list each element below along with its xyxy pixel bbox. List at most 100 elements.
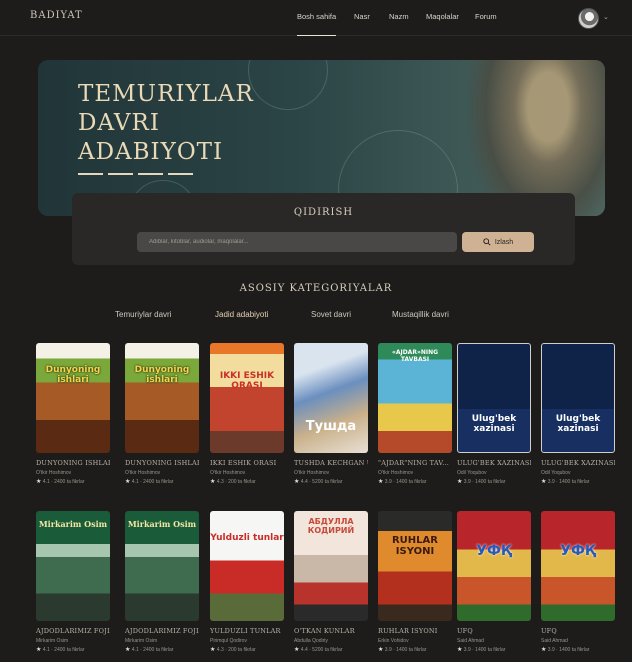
- nav-link-forum[interactable]: Forum: [475, 12, 497, 36]
- book-card[interactable]: Тушда TUSHDA KECHGAN UMRLAR O'tkir Hoshi…: [294, 343, 368, 485]
- carousel-dot[interactable]: [168, 173, 193, 175]
- book-card[interactable]: RUHLAR ISYONI RUHLAR ISYONI Erkin Vohido…: [378, 511, 452, 653]
- book-cover[interactable]: Mirkarim Osim: [125, 511, 199, 621]
- book-card[interactable]: Dunyoning ishlari DUNYONING ISHLARI O'tk…: [125, 343, 199, 485]
- book-card[interactable]: Mirkarim Osim AJDODLARIMIZ FOJIA... Mirk…: [36, 511, 110, 653]
- book-cover-text: Dunyoning ishlari: [45, 365, 101, 385]
- book-cover-text: Mirkarim Osim: [38, 519, 108, 529]
- book-rating: ★ 4.4 · 5200 ta fikrlar: [294, 478, 368, 485]
- book-rating-text: 3.9 · 1400 ta fikrlar: [463, 479, 506, 485]
- book-card[interactable]: АБДУЛЛА КОДИРИЙ O'TKAN KUNLAR Abdulla Qo…: [294, 511, 368, 653]
- star-icon: ★: [294, 479, 300, 485]
- book-cover-text: RUHLAR ISYONI: [391, 535, 438, 557]
- star-icon: ★: [125, 647, 131, 653]
- book-card[interactable]: Ulug'bek xazinasi ULUG'BEK XAZINASI Odil…: [457, 343, 531, 485]
- tab-jadid-adabiyoti[interactable]: Jadid adabiyoti: [215, 310, 268, 319]
- book-card[interactable]: IKKI ESHIK ORASI IKKI ESHIK ORASI O'tkir…: [210, 343, 284, 485]
- book-rating: ★ 4.1 · 2400 ta fikrlar: [125, 478, 199, 485]
- book-cover-text: Ulug'bek xazinasi: [471, 414, 517, 434]
- book-card[interactable]: Dunyoning ishlari DUNYONING ISHLARI O'tk…: [36, 343, 110, 485]
- book-cover[interactable]: Dunyoning ishlari: [125, 343, 199, 453]
- search-input[interactable]: [137, 232, 457, 252]
- book-title[interactable]: "AJDAR"NING TAV...: [378, 459, 452, 467]
- book-title[interactable]: TUSHDA KECHGAN UMRLAR: [294, 459, 368, 467]
- book-cover-text: АБДУЛЛА КОДИРИЙ: [307, 517, 355, 535]
- book-title[interactable]: YULDUZLI TUNLAR: [210, 627, 284, 635]
- book-cover-text: IKKI ESHIK ORASI: [219, 371, 275, 391]
- book-cover[interactable]: Mirkarim Osim: [36, 511, 110, 621]
- nav-link-maqolalar[interactable]: Maqolalar: [426, 12, 459, 36]
- book-author: O'tkir Hoshimov: [210, 470, 246, 476]
- star-icon: ★: [541, 647, 547, 653]
- book-cover[interactable]: Тушда: [294, 343, 368, 453]
- book-rating: ★ 3.9 · 1400 ta fikrlar: [457, 646, 531, 653]
- book-card[interactable]: Ulug'bek xazinasi ULUG'BEK XAZINASI Odil…: [541, 343, 615, 485]
- book-rating: ★ 4.1 · 2400 ta fikrlar: [36, 478, 110, 485]
- book-rating: ★ 4.1 · 2400 ta fikrlar: [36, 646, 110, 653]
- nav-link-nazm[interactable]: Nazm: [389, 12, 409, 36]
- top-nav: BADIYAT Bosh sahifa Nasr Nazm Maqolalar …: [0, 0, 632, 36]
- book-rating-text: 4.1 · 2400 ta fikrlar: [131, 479, 174, 485]
- book-cover[interactable]: Ulug'bek xazinasi: [541, 343, 615, 453]
- book-cover[interactable]: УФҚ: [541, 511, 615, 621]
- nav-link-bosh-sahifa[interactable]: Bosh sahifa: [297, 12, 337, 36]
- book-card[interactable]: УФҚ UFQ Said Ahmad ★ 3.9 · 1400 ta fikrl…: [541, 511, 615, 653]
- book-title[interactable]: O'TKAN KUNLAR: [294, 627, 368, 635]
- book-rating-text: 4.4 · 5200 ta fikrlar: [300, 647, 343, 653]
- star-icon: ★: [125, 479, 131, 485]
- carousel-dot[interactable]: [78, 173, 103, 175]
- book-title[interactable]: IKKI ESHIK ORASI: [210, 459, 284, 467]
- book-rating: ★ 3.9 · 1400 ta fikrlar: [378, 646, 452, 653]
- nav-link-nasr[interactable]: Nasr: [354, 12, 370, 36]
- star-icon: ★: [36, 647, 42, 653]
- star-icon: ★: [36, 479, 42, 485]
- tab-sovet-davri[interactable]: Sovet davri: [311, 310, 351, 319]
- book-cover[interactable]: RUHLAR ISYONI: [378, 511, 452, 621]
- book-title[interactable]: AJDODLARIMIZ FOJIA...: [36, 627, 110, 635]
- book-cover-text: Mirkarim Osim: [127, 519, 197, 529]
- book-title[interactable]: DUNYONING ISHLARI: [125, 459, 199, 467]
- carousel-dot[interactable]: [108, 173, 133, 175]
- book-card[interactable]: УФҚ UFQ Said Ahmad ★ 3.9 · 1400 ta fikrl…: [457, 511, 531, 653]
- hero-title-line: ADABIYOTI: [78, 139, 224, 165]
- book-title[interactable]: AJDODLARIMIZ FOJIA...: [125, 627, 199, 635]
- book-card[interactable]: Yulduzli tunlar YULDUZLI TUNLAR Pirimqul…: [210, 511, 284, 653]
- book-title[interactable]: DUNYONING ISHLARI: [36, 459, 110, 467]
- book-author: O'tkir Hoshimov: [378, 470, 414, 476]
- book-author: O'tkir Hoshimov: [125, 470, 161, 476]
- book-rating-text: 4.3 · 200 ta fikrlar: [216, 647, 256, 653]
- book-card[interactable]: «AJDAR»NING TAVBASI "AJDAR"NING TAV... O…: [378, 343, 452, 485]
- book-cover[interactable]: Dunyoning ishlari: [36, 343, 110, 453]
- search-button-label: Izlash: [494, 238, 514, 246]
- book-cover[interactable]: Ulug'bek xazinasi: [457, 343, 531, 453]
- book-rating-text: 3.9 · 1400 ta fikrlar: [384, 647, 427, 653]
- book-rating: ★ 3.9 · 1400 ta fikrlar: [541, 478, 615, 485]
- book-title[interactable]: UFQ: [457, 627, 531, 635]
- book-title[interactable]: ULUG'BEK XAZINASI: [457, 459, 531, 467]
- book-cover[interactable]: Yulduzli tunlar: [210, 511, 284, 621]
- book-title[interactable]: UFQ: [541, 627, 615, 635]
- tab-temuriylar-davri[interactable]: Temuriylar davri: [115, 310, 171, 319]
- book-card[interactable]: Mirkarim Osim AJDODLARIMIZ FOJIA... Mirk…: [125, 511, 199, 653]
- site-logo[interactable]: BADIYAT: [30, 10, 83, 21]
- star-icon: ★: [210, 479, 216, 485]
- star-icon: ★: [378, 479, 384, 485]
- book-title[interactable]: ULUG'BEK XAZINASI: [541, 459, 615, 467]
- book-cover[interactable]: АБДУЛЛА КОДИРИЙ: [294, 511, 368, 621]
- book-cover[interactable]: IKKI ESHIK ORASI: [210, 343, 284, 453]
- chevron-down-icon[interactable]: ⌄: [603, 13, 609, 21]
- book-author: Said Ahmad: [457, 638, 484, 644]
- carousel-dot[interactable]: [138, 173, 163, 175]
- book-rating: ★ 4.1 · 2400 ta fikrlar: [125, 646, 199, 653]
- user-avatar[interactable]: [578, 8, 599, 29]
- search-panel: QIDIRISH Izlash: [72, 193, 575, 265]
- book-cover[interactable]: «AJDAR»NING TAVBASI: [378, 343, 452, 453]
- search-button[interactable]: Izlash: [462, 232, 534, 252]
- tab-mustaqillik-davri[interactable]: Mustaqillik davri: [392, 310, 449, 319]
- book-title[interactable]: RUHLAR ISYONI: [378, 627, 452, 635]
- book-cover[interactable]: УФҚ: [457, 511, 531, 621]
- book-rating-text: 4.1 · 2400 ta fikrlar: [42, 479, 85, 485]
- book-author: Erkin Vohidov: [378, 638, 409, 644]
- book-rating: ★ 4.3 · 200 ta fikrlar: [210, 646, 284, 653]
- categories-title: ASOSIY KATEGORIYALAR: [239, 283, 393, 294]
